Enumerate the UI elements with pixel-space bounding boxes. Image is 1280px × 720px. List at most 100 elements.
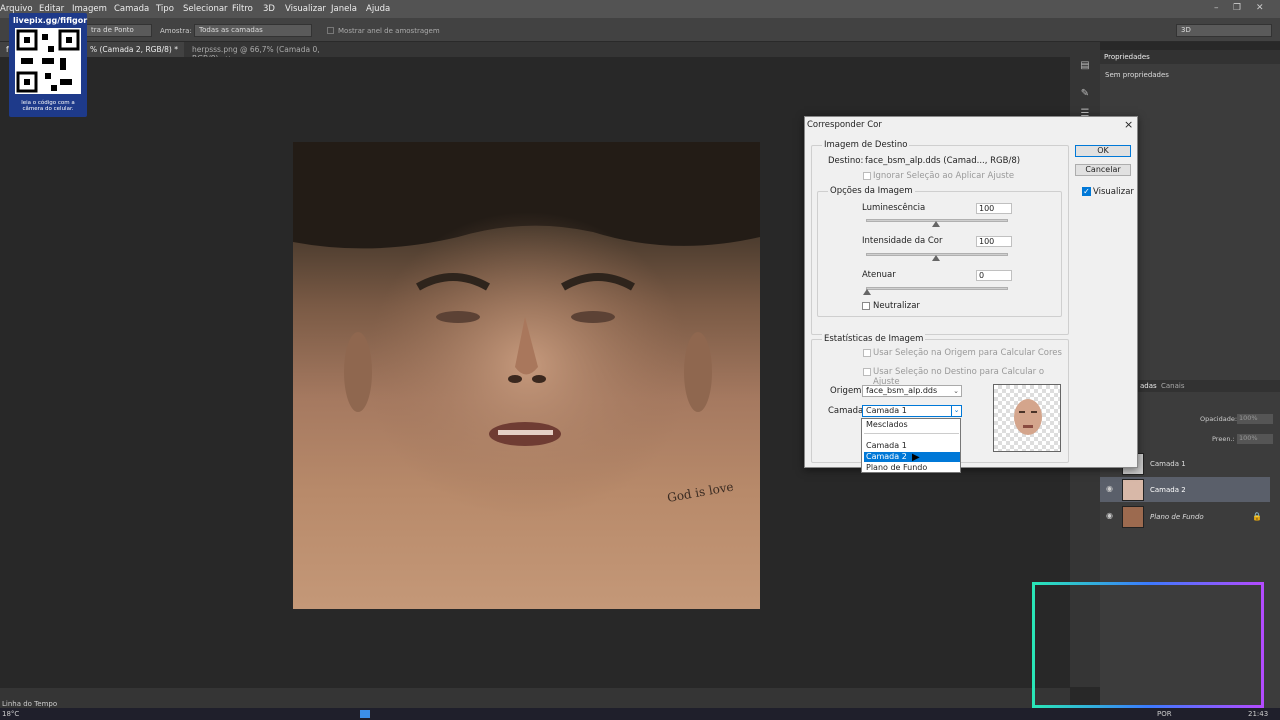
image-options-label: Opções da Imagem	[828, 186, 915, 196]
luminance-input[interactable]: 100	[976, 203, 1012, 214]
weather-temp[interactable]: 18°C	[2, 710, 19, 718]
eye-icon[interactable]: ◉	[1106, 484, 1113, 493]
fade-input[interactable]: 0	[976, 270, 1012, 281]
layer-row-camada-2[interactable]: ◉ Camada 2	[1100, 477, 1270, 502]
tattoo-text: God is love	[666, 480, 734, 505]
restore-icon[interactable]: ❐	[1233, 3, 1241, 13]
face-texture-illustration: God is love	[293, 142, 760, 552]
sample-select[interactable]: Todas as camadas	[194, 24, 312, 37]
tab-herpsss[interactable]: herpsss.png @ 66,7% (Camada 0, RGB/8) ×	[186, 42, 351, 63]
source-label: Origem:	[830, 386, 865, 396]
destination-value: face_bsm_alp.dds (Camad..., RGB/8)	[865, 156, 1021, 166]
layer-dropdown-list: Mesclados Camada 1 Camada 2 Plano de Fun…	[861, 418, 961, 473]
layer-select-value: Camada 1	[866, 406, 907, 415]
source-select-value: face_bsm_alp.dds	[866, 386, 938, 395]
tab-camada-2-label: % (Camada 2, RGB/8) *	[90, 45, 178, 54]
menu-filtro[interactable]: Filtro	[232, 4, 253, 14]
dialog-title: Corresponder Cor	[807, 120, 882, 130]
image-statistics-label: Estatísticas de Imagem	[822, 334, 926, 344]
fade-slider-handle[interactable]	[863, 289, 871, 295]
qr-code-icon	[15, 28, 81, 94]
menu-visualizar[interactable]: Visualizar	[285, 4, 326, 14]
dropdown-option-mesclados[interactable]: Mesclados	[864, 420, 960, 430]
properties-tab[interactable]: Propriedades	[1104, 53, 1150, 61]
close-icon[interactable]: ✕	[1256, 3, 1264, 13]
match-color-dialog: Corresponder Cor × Imagem de Destino Des…	[804, 116, 1138, 468]
menu-bar: Arquivo Editar Imagem Camada Tipo Seleci…	[0, 0, 1280, 18]
history-icon[interactable]: ▤	[1078, 60, 1092, 74]
source-select[interactable]: face_bsm_alp.dds ⌄	[862, 385, 962, 397]
use-selection-target-checkbox[interactable]	[863, 368, 871, 376]
brush-icon[interactable]: ✎	[1078, 88, 1092, 102]
menu-janela[interactable]: Janela	[331, 4, 357, 14]
layer-thumbnail	[1122, 479, 1144, 501]
layers-tab[interactable]: adas	[1140, 382, 1157, 390]
dropdown-option-camada-1[interactable]: Camada 1	[864, 441, 960, 451]
menu-selecionar[interactable]: Selecionar	[183, 4, 228, 14]
layer-thumbnail	[1122, 506, 1144, 528]
language-indicator[interactable]: POR	[1157, 710, 1172, 718]
ignore-selection-label: Ignorar Seleção ao Aplicar Ajuste	[873, 171, 1015, 181]
sample-size-select[interactable]: tra de Ponto	[86, 24, 152, 37]
color-intensity-label: Intensidade da Cor	[862, 236, 943, 246]
luminance-slider-handle[interactable]	[932, 221, 940, 227]
preview-checkbox[interactable]: ✓	[1082, 187, 1091, 196]
neutralize-checkbox[interactable]	[862, 302, 870, 310]
eye-icon[interactable]: ◉	[1106, 511, 1113, 520]
document-tabs: face % (Camada 2, RGB/8) * herpsss.png @…	[0, 42, 1070, 63]
qr-handle: livepix.gg/fifigor	[13, 16, 88, 25]
mouse-pointer-icon: ▶	[912, 452, 920, 463]
source-preview-thumbnail	[993, 384, 1061, 452]
neutralize-label: Neutralizar	[873, 301, 920, 311]
menu-camada[interactable]: Camada	[114, 4, 149, 14]
color-intensity-slider-handle[interactable]	[932, 255, 940, 261]
workspace-select[interactable]: 3D	[1176, 24, 1272, 37]
menu-3d[interactable]: 3D	[263, 4, 275, 14]
fill-input[interactable]: 100%	[1237, 434, 1273, 444]
use-selection-source-checkbox[interactable]	[863, 349, 871, 357]
fade-label: Atenuar	[862, 270, 896, 280]
use-selection-source-label: Usar Seleção na Origem para Calcular Cor…	[873, 348, 1062, 358]
status-bar: Linha do Tempo	[0, 688, 1070, 708]
qr-overlay: livepix.gg/fifigor leia o código com a c…	[9, 13, 87, 117]
color-intensity-input[interactable]: 100	[976, 236, 1012, 247]
ok-button[interactable]: OK	[1075, 145, 1131, 157]
face-preview-image	[1014, 399, 1042, 435]
layer-label: Camada:	[828, 406, 867, 416]
show-ring-checkbox[interactable]	[327, 27, 334, 34]
channels-tab[interactable]: Canais	[1161, 382, 1185, 390]
timeline-label[interactable]: Linha do Tempo	[2, 700, 57, 708]
tab-camada-2[interactable]: % (Camada 2, RGB/8) *	[84, 42, 184, 57]
cancel-button[interactable]: Cancelar	[1075, 164, 1131, 176]
destination-label: Destino:	[828, 156, 864, 166]
show-ring-label: Mostrar anel de amostragem	[338, 27, 440, 35]
fill-label: Preen.:	[1212, 435, 1235, 443]
luminance-label: Luminescência	[862, 203, 926, 213]
image-options-group: Opções da Imagem Luminescência 100 Inten…	[817, 186, 1062, 317]
layer-select[interactable]: Camada 1 ⌄	[862, 405, 962, 417]
dropdown-option-plano-de-fundo[interactable]: Plano de Fundo	[864, 463, 960, 473]
layer-row-plano-de-fundo[interactable]: ◉ Plano de Fundo 🔒	[1100, 504, 1270, 529]
lock-icon: 🔒	[1252, 512, 1262, 521]
sample-label: Amostra:	[160, 27, 192, 35]
layer-name: Camada 2	[1150, 486, 1186, 494]
qr-caption-2: câmera do celular.	[22, 106, 74, 112]
menu-tipo[interactable]: Tipo	[156, 4, 174, 14]
opacity-label: Opacidade:	[1200, 415, 1238, 423]
face-texture-image[interactable]: God is love	[293, 142, 760, 609]
opacity-input[interactable]: 100%	[1237, 414, 1273, 424]
ignore-selection-checkbox[interactable]	[863, 172, 871, 180]
minimize-icon[interactable]: –	[1214, 3, 1219, 13]
dropdown-divider	[864, 433, 959, 434]
chevron-down-icon[interactable]: ⌄	[951, 406, 961, 416]
dialog-close-icon[interactable]: ×	[1124, 118, 1133, 131]
fade-slider[interactable]	[866, 287, 1008, 290]
start-icon[interactable]	[360, 710, 370, 718]
layer-name: Plano de Fundo	[1150, 513, 1204, 521]
destination-group-label: Imagem de Destino	[822, 140, 910, 150]
layer-name: Camada 1	[1150, 460, 1186, 468]
clock[interactable]: 21:43	[1248, 710, 1268, 718]
properties-text: Sem propriedades	[1105, 71, 1169, 79]
menu-ajuda[interactable]: Ajuda	[366, 4, 390, 14]
webcam-frame	[1032, 582, 1264, 708]
